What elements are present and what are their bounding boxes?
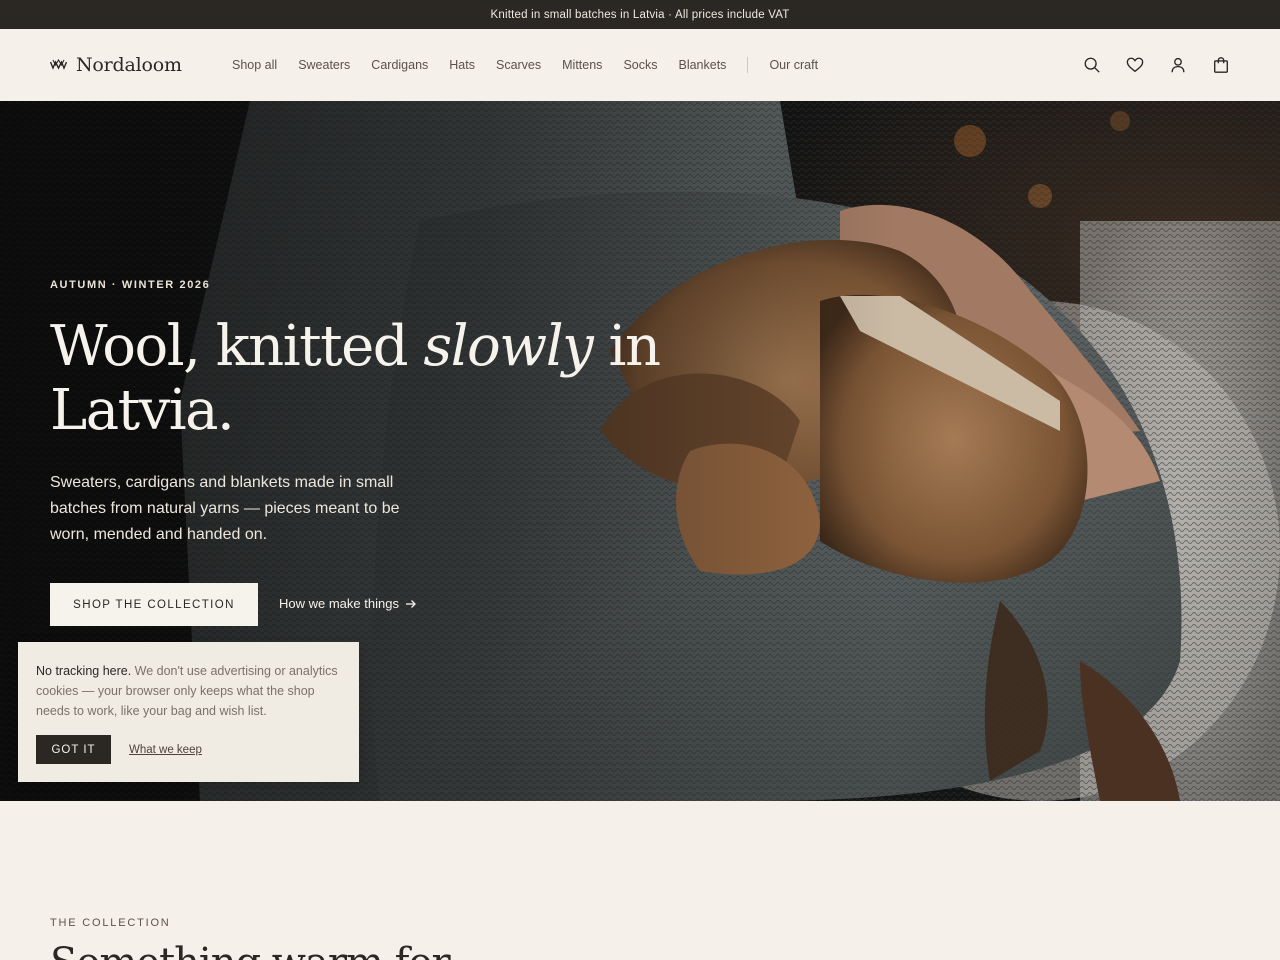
nav-item-blankets[interactable]: Blankets — [678, 58, 726, 72]
nav-divider — [747, 57, 749, 73]
nav-item-socks[interactable]: Socks — [623, 58, 657, 72]
brand-name: Nordaloom — [76, 54, 182, 76]
cookie-lead: No tracking here. — [36, 664, 132, 678]
cookie-message: No tracking here. We don't use advertisi… — [36, 661, 341, 721]
hero-eyebrow: AUTUMN · WINTER 2026 — [50, 279, 211, 291]
shop-collection-label: SHOP THE COLLECTION — [73, 598, 235, 611]
bag-icon[interactable] — [1211, 56, 1230, 75]
site-header: Nordaloom Shop all Sweaters Cardigans Ha… — [0, 29, 1280, 101]
nav-item-our-craft[interactable]: Our craft — [769, 58, 818, 72]
cookie-actions: GOT IT What we keep — [36, 735, 341, 764]
how-we-make-label: How we make things — [279, 596, 399, 611]
arrow-right-icon — [405, 599, 416, 608]
nav-item-shop-all[interactable]: Shop all — [232, 58, 277, 72]
announcement-bar: Knitted in small batches in Latvia · All… — [0, 0, 1280, 29]
how-we-make-link[interactable]: How we make things — [279, 596, 417, 611]
nav-item-mittens[interactable]: Mittens — [562, 58, 602, 72]
nav-item-scarves[interactable]: Scarves — [496, 58, 541, 72]
nav-item-cardigans[interactable]: Cardigans — [371, 58, 428, 72]
cookie-details-link[interactable]: What we keep — [129, 744, 202, 756]
collection-title: Something warm for... — [50, 940, 481, 960]
hero-title-emphasis: slowly — [423, 314, 593, 379]
header-actions — [1082, 29, 1230, 101]
account-icon[interactable] — [1168, 56, 1187, 75]
hero-subtitle: Sweaters, cardigans and blankets made in… — [50, 474, 400, 543]
shop-collection-button[interactable]: SHOP THE COLLECTION — [50, 583, 258, 626]
hero-title-lead: Wool, knitted — [50, 314, 424, 379]
announcement-text: Knitted in small batches in Latvia · All… — [490, 8, 790, 21]
hero-title: Wool, knitted slowly in Latvia. — [50, 315, 690, 443]
brand-logo[interactable]: Nordaloom — [50, 54, 232, 76]
nav-item-hats[interactable]: Hats — [449, 58, 475, 72]
main-nav: Shop all Sweaters Cardigans Hats Scarves… — [232, 57, 839, 73]
search-icon[interactable] — [1082, 56, 1101, 75]
heart-icon[interactable] — [1125, 56, 1144, 75]
nav-item-sweaters[interactable]: Sweaters — [298, 58, 350, 72]
wave-mark-icon — [50, 59, 67, 70]
cookie-notice: No tracking here. We don't use advertisi… — [18, 642, 359, 782]
cookie-accept-button[interactable]: GOT IT — [36, 735, 111, 764]
collection-eyebrow: THE COLLECTION — [50, 917, 171, 929]
